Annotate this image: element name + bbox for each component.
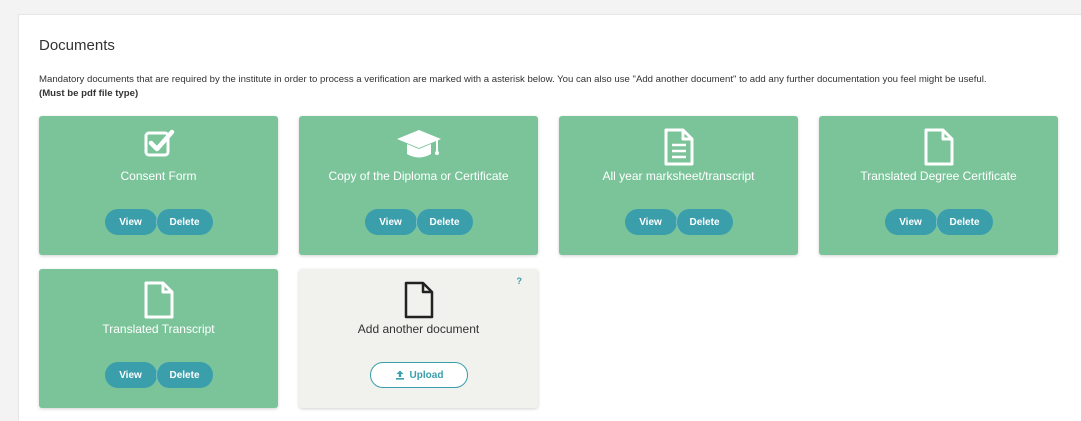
document-icon [819, 128, 1058, 168]
document-card-translated-degree: Translated Degree Certificate View Delet… [819, 116, 1058, 255]
document-card-diploma: Copy of the Diploma or Certificate View … [299, 116, 538, 255]
document-card-marksheet: All year marksheet/transcript View Delet… [559, 116, 798, 255]
description-text: Mandatory documents that are required by… [39, 74, 987, 85]
file-type-note: (Must be pdf file type) [39, 88, 139, 99]
add-document-card: ? Add another document Upload [299, 269, 538, 408]
delete-button[interactable]: Delete [675, 209, 733, 235]
add-document-label: Add another document [357, 322, 480, 336]
view-button[interactable]: View [104, 209, 157, 235]
document-icon [299, 281, 538, 321]
document-lines-icon [559, 128, 798, 168]
document-icon [39, 281, 278, 321]
delete-button[interactable]: Delete [935, 209, 993, 235]
view-button[interactable]: View [104, 362, 157, 388]
view-button[interactable]: View [884, 209, 937, 235]
delete-button[interactable]: Delete [155, 362, 213, 388]
document-label: All year marksheet/transcript [602, 169, 755, 183]
document-card-consent-form: Consent Form View Delete [39, 116, 278, 255]
document-label: Translated Degree Certificate [860, 169, 1017, 183]
view-button[interactable]: View [364, 209, 417, 235]
section-description: Mandatory documents that are required by… [39, 73, 1069, 101]
document-label: Consent Form [120, 169, 197, 183]
document-card-translated-transcript: Translated Transcript View Delete [39, 269, 278, 408]
document-label: Copy of the Diploma or Certificate [328, 169, 509, 183]
upload-label: Upload [409, 369, 444, 381]
checkbox-icon [39, 128, 278, 168]
delete-button[interactable]: Delete [155, 209, 213, 235]
graduation-cap-icon [299, 128, 538, 168]
view-button[interactable]: View [624, 209, 677, 235]
upload-icon [395, 370, 404, 380]
document-label: Translated Transcript [102, 322, 215, 336]
documents-panel: Documents Mandatory documents that are r… [18, 14, 1081, 421]
delete-button[interactable]: Delete [415, 209, 473, 235]
upload-button[interactable]: Upload [370, 362, 468, 388]
section-title: Documents [39, 37, 115, 54]
